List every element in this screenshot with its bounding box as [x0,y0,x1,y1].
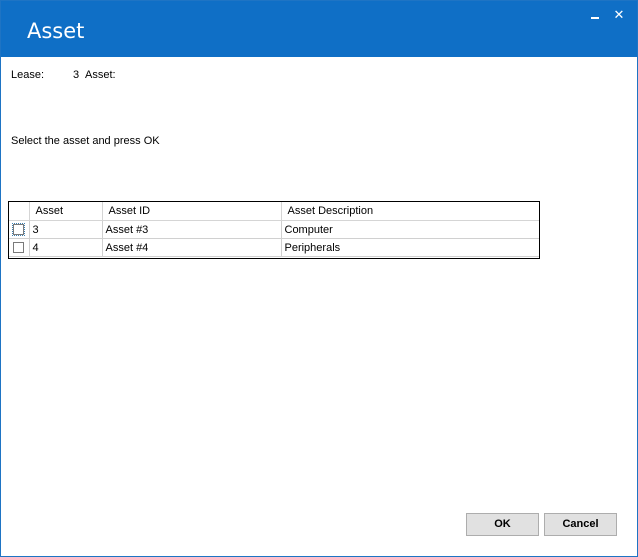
column-header-asset-description[interactable]: Asset Description [281,202,539,221]
cancel-button[interactable]: Cancel [544,513,617,536]
grid-header-row: Asset Asset ID Asset Description [9,202,539,221]
window-title: Asset [27,19,85,43]
row-select-cell[interactable] [9,238,30,257]
column-header-asset-id[interactable]: Asset ID [102,202,282,221]
row-checkbox[interactable] [13,242,25,254]
cell-asset-description[interactable]: Computer [281,220,539,239]
cell-asset-id[interactable]: Asset #3 [102,220,282,239]
instruction-text: Select the asset and press OK [11,135,160,147]
cell-asset[interactable]: 4 [29,238,103,257]
minimize-icon[interactable] [587,7,603,23]
asset-dialog: Asset ✕ Lease: 3 Asset: Select the asset… [0,0,638,557]
row-checkbox[interactable] [12,223,26,237]
table-row[interactable]: 3 Asset #3 Computer [9,220,539,239]
lease-label: Lease: [11,69,45,81]
asset-grid: Asset Asset ID Asset Description 3 Asset… [8,201,540,259]
close-icon[interactable]: ✕ [611,7,627,23]
cell-asset[interactable]: 3 [29,220,103,239]
title-bar: Asset ✕ [1,1,637,57]
column-header-asset[interactable]: Asset [29,202,103,221]
asset-label: Asset: [85,69,116,81]
lease-value: 3 [73,69,80,81]
row-select-cell[interactable] [9,220,30,239]
cell-asset-description[interactable]: Peripherals [281,238,539,257]
select-column-header [9,202,30,221]
ok-button[interactable]: OK [466,513,539,536]
table-row[interactable]: 4 Asset #4 Peripherals [9,238,539,257]
cell-asset-id[interactable]: Asset #4 [102,238,282,257]
